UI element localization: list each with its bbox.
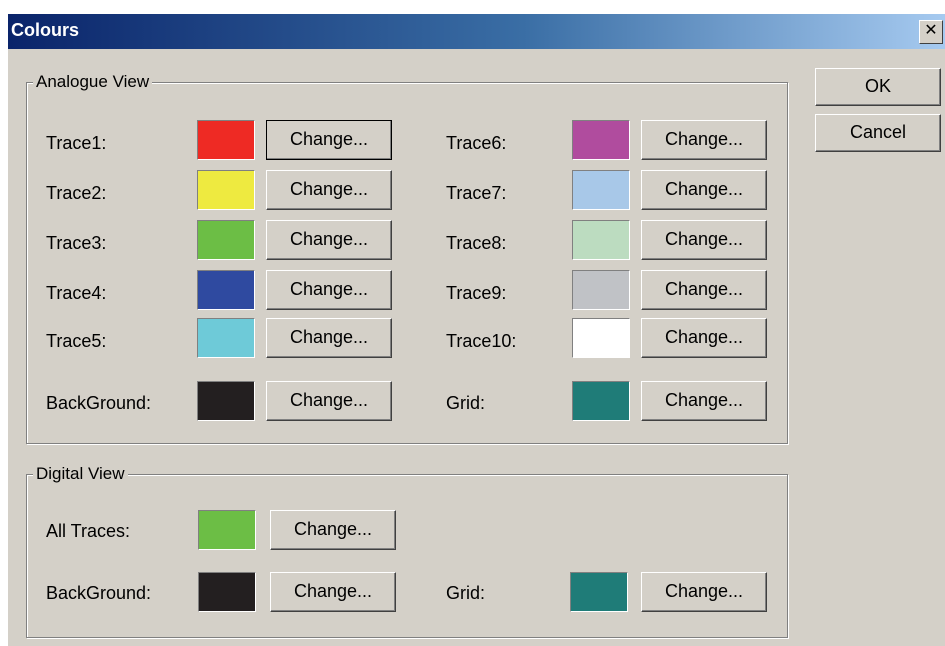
digital-grid-change-button[interactable]: Change...: [641, 572, 767, 612]
trace7-swatch: [572, 170, 630, 210]
trace9-change-button[interactable]: Change...: [641, 270, 767, 310]
digital-view-legend: Digital View: [33, 464, 128, 484]
trace1-swatch: [197, 120, 255, 160]
digital-view-group: Digital View: [26, 464, 788, 638]
digital-background-change-button[interactable]: Change...: [270, 572, 396, 612]
all-traces-label: All Traces:: [46, 521, 131, 541]
trace5-label: Trace5:: [46, 331, 107, 351]
trace2-swatch: [197, 170, 255, 210]
trace7-change-button[interactable]: Change...: [641, 170, 767, 210]
ok-button[interactable]: OK: [815, 68, 941, 106]
trace5-change-button[interactable]: Change...: [266, 318, 392, 358]
close-icon: ✕: [924, 22, 938, 39]
analogue-grid-swatch: [572, 381, 630, 421]
trace10-swatch: [572, 318, 630, 358]
trace4-label: Trace4:: [46, 283, 107, 303]
digital-background-label: BackGround:: [46, 583, 152, 603]
trace10-change-button[interactable]: Change...: [641, 318, 767, 358]
trace3-label: Trace3:: [46, 233, 107, 253]
analogue-view-legend: Analogue View: [33, 72, 153, 92]
analogue-background-label: BackGround:: [46, 393, 152, 413]
all-traces-swatch: [198, 510, 256, 550]
trace2-change-button[interactable]: Change...: [266, 170, 392, 210]
trace6-swatch: [572, 120, 630, 160]
all-traces-change-button[interactable]: Change...: [270, 510, 396, 550]
trace9-swatch: [572, 270, 630, 310]
trace9-label: Trace9:: [446, 283, 507, 303]
trace8-swatch: [572, 220, 630, 260]
trace8-change-button[interactable]: Change...: [641, 220, 767, 260]
colours-dialog: Colours ✕ Analogue View Trace1: Change..…: [8, 14, 945, 646]
title-bar: Colours ✕: [8, 14, 945, 49]
trace6-change-button[interactable]: Change...: [641, 120, 767, 160]
analogue-background-swatch: [197, 381, 255, 421]
trace4-change-button[interactable]: Change...: [266, 270, 392, 310]
trace3-swatch: [197, 220, 255, 260]
trace3-change-button[interactable]: Change...: [266, 220, 392, 260]
digital-background-swatch: [198, 572, 256, 612]
dialog-title: Colours: [11, 20, 80, 40]
digital-grid-swatch: [570, 572, 628, 612]
close-button[interactable]: ✕: [919, 20, 943, 44]
analogue-grid-change-button[interactable]: Change...: [641, 381, 767, 421]
analogue-grid-label: Grid:: [446, 393, 486, 413]
trace1-change-button[interactable]: Change...: [266, 120, 392, 160]
trace2-label: Trace2:: [46, 183, 107, 203]
trace10-label: Trace10:: [446, 331, 517, 351]
trace5-swatch: [197, 318, 255, 358]
cancel-button[interactable]: Cancel: [815, 114, 941, 152]
trace1-label: Trace1:: [46, 133, 107, 153]
trace4-swatch: [197, 270, 255, 310]
trace6-label: Trace6:: [446, 133, 507, 153]
trace7-label: Trace7:: [446, 183, 507, 203]
trace8-label: Trace8:: [446, 233, 507, 253]
analogue-background-change-button[interactable]: Change...: [266, 381, 392, 421]
digital-grid-label: Grid:: [446, 583, 486, 603]
